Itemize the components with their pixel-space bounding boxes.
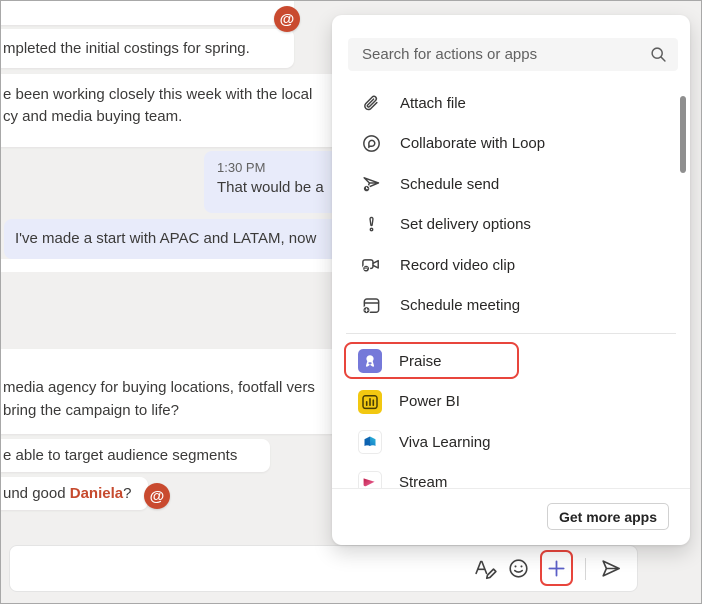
action-item-collaborate-loop[interactable]: Collaborate with Loop xyxy=(332,124,690,165)
action-item-set-delivery-options[interactable]: Set delivery options xyxy=(332,205,690,246)
app-item-praise[interactable]: Praise xyxy=(332,341,690,382)
message-line: bring the campaign to life? xyxy=(3,399,353,422)
message-bubble-partial xyxy=(0,0,294,25)
app-item-power-bi[interactable]: Power BI xyxy=(332,382,690,423)
message-bubble: und good Daniela? xyxy=(0,477,148,510)
search-icon xyxy=(649,45,668,64)
action-item-record-video-clip[interactable]: Record video clip xyxy=(332,245,690,286)
message-card: e been working closely this week with th… xyxy=(0,74,341,147)
search-input[interactable] xyxy=(360,45,649,64)
schedule-send-icon xyxy=(361,174,382,195)
app-label: Stream xyxy=(399,474,447,489)
message-timestamp: 1:30 PM xyxy=(217,160,350,175)
action-label: Schedule send xyxy=(400,176,499,193)
message-line: e been working closely this week with th… xyxy=(3,84,341,106)
action-label: Record video clip xyxy=(400,257,515,274)
powerbi-app-icon xyxy=(358,390,382,414)
action-label: Attach file xyxy=(400,95,466,112)
add-actions-button[interactable] xyxy=(540,550,573,586)
sent-message-bubble: 1:30 PM That would be a xyxy=(204,151,350,213)
action-label: Schedule meeting xyxy=(400,297,520,314)
action-label: Set delivery options xyxy=(400,216,531,233)
message-line: media agency for buying locations, footf… xyxy=(3,376,353,399)
message-bubble: mpleted the initial costings for spring. xyxy=(0,29,294,68)
popup-search-box[interactable] xyxy=(348,38,678,71)
app-item-stream[interactable]: Stream xyxy=(332,463,690,490)
message-card-partial xyxy=(1,259,353,272)
app-label: Viva Learning xyxy=(399,434,490,451)
attach-file-icon xyxy=(361,93,382,114)
plus-icon xyxy=(546,558,567,579)
message-line: cy and media buying team. xyxy=(3,106,341,128)
delivery-options-icon xyxy=(361,214,382,235)
loop-icon xyxy=(361,133,382,154)
app-label: Praise xyxy=(399,353,442,370)
compose-box[interactable] xyxy=(9,545,638,592)
mention-badge-icon: @ xyxy=(274,6,300,32)
send-icon[interactable] xyxy=(599,557,623,580)
action-label: Collaborate with Loop xyxy=(400,135,545,152)
app-item-viva-learning[interactable]: Viva Learning xyxy=(332,422,690,463)
viva-learning-app-icon xyxy=(358,430,382,454)
action-item-schedule-send[interactable]: Schedule send xyxy=(332,164,690,205)
popup-scrollbar[interactable] xyxy=(680,96,686,173)
message-text: ? xyxy=(123,485,131,502)
schedule-meeting-icon xyxy=(361,295,382,316)
message-line: That would be a xyxy=(217,179,350,196)
format-icon[interactable] xyxy=(473,557,498,581)
message-text: und good xyxy=(3,485,70,502)
popup-scroll-area: Attach file Collaborate with Loop xyxy=(332,83,690,489)
action-item-attach-file[interactable]: Attach file xyxy=(332,83,690,124)
message-bubble: e able to target audience segments xyxy=(0,439,270,472)
popup-divider xyxy=(346,333,676,334)
praise-app-icon xyxy=(358,349,382,373)
emoji-icon[interactable] xyxy=(507,557,530,580)
action-item-schedule-meeting[interactable]: Schedule meeting xyxy=(332,286,690,327)
teams-chat-window: mpleted the initial costings for spring.… xyxy=(0,0,702,604)
mention-name[interactable]: Daniela xyxy=(70,485,123,502)
mention-badge-icon: @ xyxy=(144,483,170,509)
record-video-icon xyxy=(361,255,382,276)
sent-message-bubble: I've made a start with APAC and LATAM, n… xyxy=(4,219,354,259)
stream-app-icon xyxy=(358,471,382,489)
actions-apps-popup: Attach file Collaborate with Loop xyxy=(332,15,690,545)
toolbar-divider xyxy=(585,558,586,580)
message-card: media agency for buying locations, footf… xyxy=(0,349,353,434)
get-more-apps-button[interactable]: Get more apps xyxy=(547,503,669,530)
app-label: Power BI xyxy=(399,393,460,410)
